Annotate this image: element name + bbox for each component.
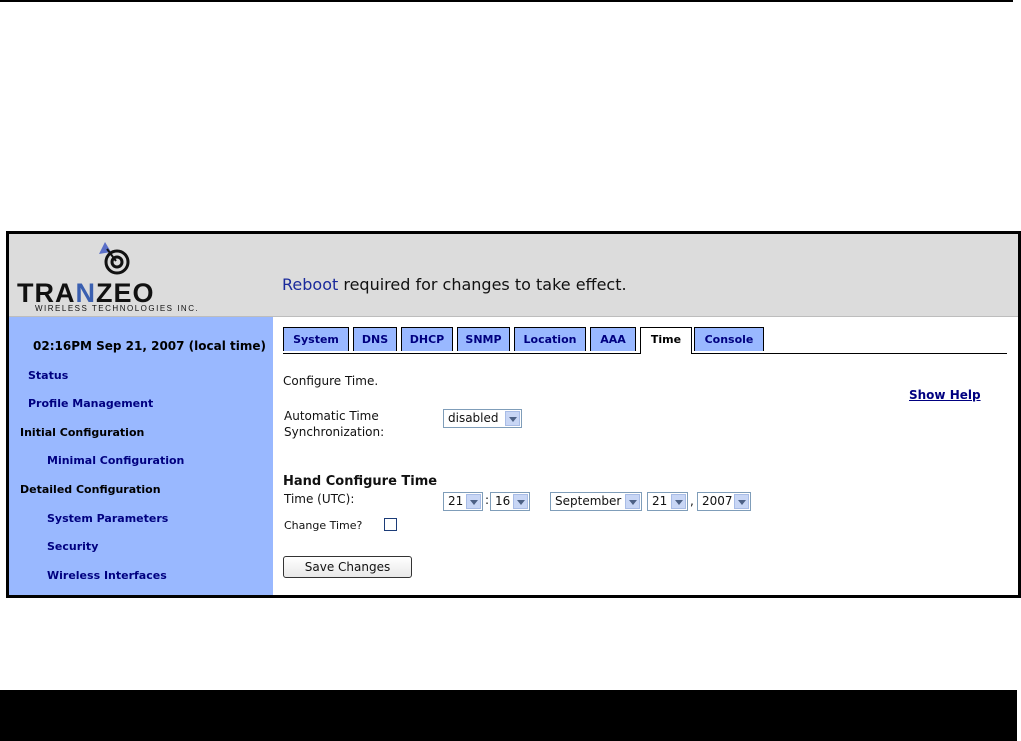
year-value: 2007 [702,494,733,508]
chevron-down-icon [671,494,686,509]
antenna-logo-icon [99,242,130,275]
intro-text: Configure Time. [283,374,379,388]
time-utc-label: Time (UTC): [284,492,355,506]
tab-location[interactable]: Location [514,327,586,351]
sidebar-item-detailed-configuration[interactable]: Detailed Configuration [20,483,161,496]
day-select[interactable]: 21 [647,492,688,511]
sidebar-item-profile-management[interactable]: Profile Management [28,397,153,410]
page-header: TRANZEO WIRELESS TECHNOLOGIES INC. Reboo… [9,234,1018,317]
reboot-message: required for changes to take effect. [338,275,627,294]
change-time-checkbox[interactable] [384,518,397,531]
year-select[interactable]: 2007 [697,492,751,511]
sidebar-item-wireless-interfaces[interactable]: Wireless Interfaces [47,569,167,582]
logo-subtitle: WIRELESS TECHNOLOGIES INC. [35,304,200,313]
tab-console[interactable]: Console [694,327,764,351]
save-changes-button[interactable]: Save Changes [283,556,412,578]
hour-value: 21 [448,494,464,508]
top-rule [0,0,1013,2]
tab-dhcp[interactable]: DHCP [401,327,453,351]
tab-dns[interactable]: DNS [353,327,397,351]
tranzeo-logo: TRANZEO WIRELESS TECHNOLOGIES INC. [15,240,235,314]
chevron-down-icon [466,494,481,509]
sidebar-item-security[interactable]: Security [47,540,98,553]
tab-time[interactable]: Time [640,327,692,354]
month-value: September [555,494,622,508]
router-admin-frame: TRANZEO WIRELESS TECHNOLOGIES INC. Reboo… [6,231,1021,598]
day-value: 21 [652,494,668,508]
hand-configure-title: Hand Configure Time [283,474,438,489]
sidebar-item-status[interactable]: Status [28,369,68,382]
tab-system[interactable]: System [283,327,349,351]
hour-select[interactable]: 21 [443,492,483,511]
sidebar-item-system-parameters[interactable]: System Parameters [47,512,168,525]
chevron-down-icon [734,494,749,509]
change-time-label: Change Time? [284,519,363,532]
auto-sync-label-line1: Automatic Time [284,409,379,423]
show-help-link[interactable]: Show Help [909,388,981,402]
tab-snmp[interactable]: SNMP [457,327,510,351]
reboot-notice: Reboot required for changes to take effe… [282,275,627,294]
auto-sync-label-line2: Synchronization: [284,425,385,439]
time-colon: : [485,493,490,507]
date-comma: , [690,494,694,508]
sidebar-item-minimal-configuration[interactable]: Minimal Configuration [47,454,184,467]
month-select[interactable]: September [550,492,642,511]
minute-select[interactable]: 16 [490,492,530,511]
bottom-bar [0,690,1017,741]
sidebar-item-initial-configuration[interactable]: Initial Configuration [20,426,144,439]
auto-sync-select[interactable]: disabled [443,409,522,428]
chevron-down-icon [513,494,528,509]
tab-bar: System DNS DHCP SNMP Location AAA Time C… [283,327,1007,354]
sidebar-datetime: 02:16PM Sep 21, 2007 (local time) [33,339,266,353]
tab-aaa[interactable]: AAA [590,327,636,351]
auto-sync-value: disabled [448,411,499,425]
chevron-down-icon [625,494,640,509]
minute-value: 16 [495,494,511,508]
chevron-down-icon [505,411,520,426]
main-content: System DNS DHCP SNMP Location AAA Time C… [273,317,1018,595]
reboot-link[interactable]: Reboot [282,275,338,294]
sidebar: 02:16PM Sep 21, 2007 (local time) Status… [9,317,273,595]
